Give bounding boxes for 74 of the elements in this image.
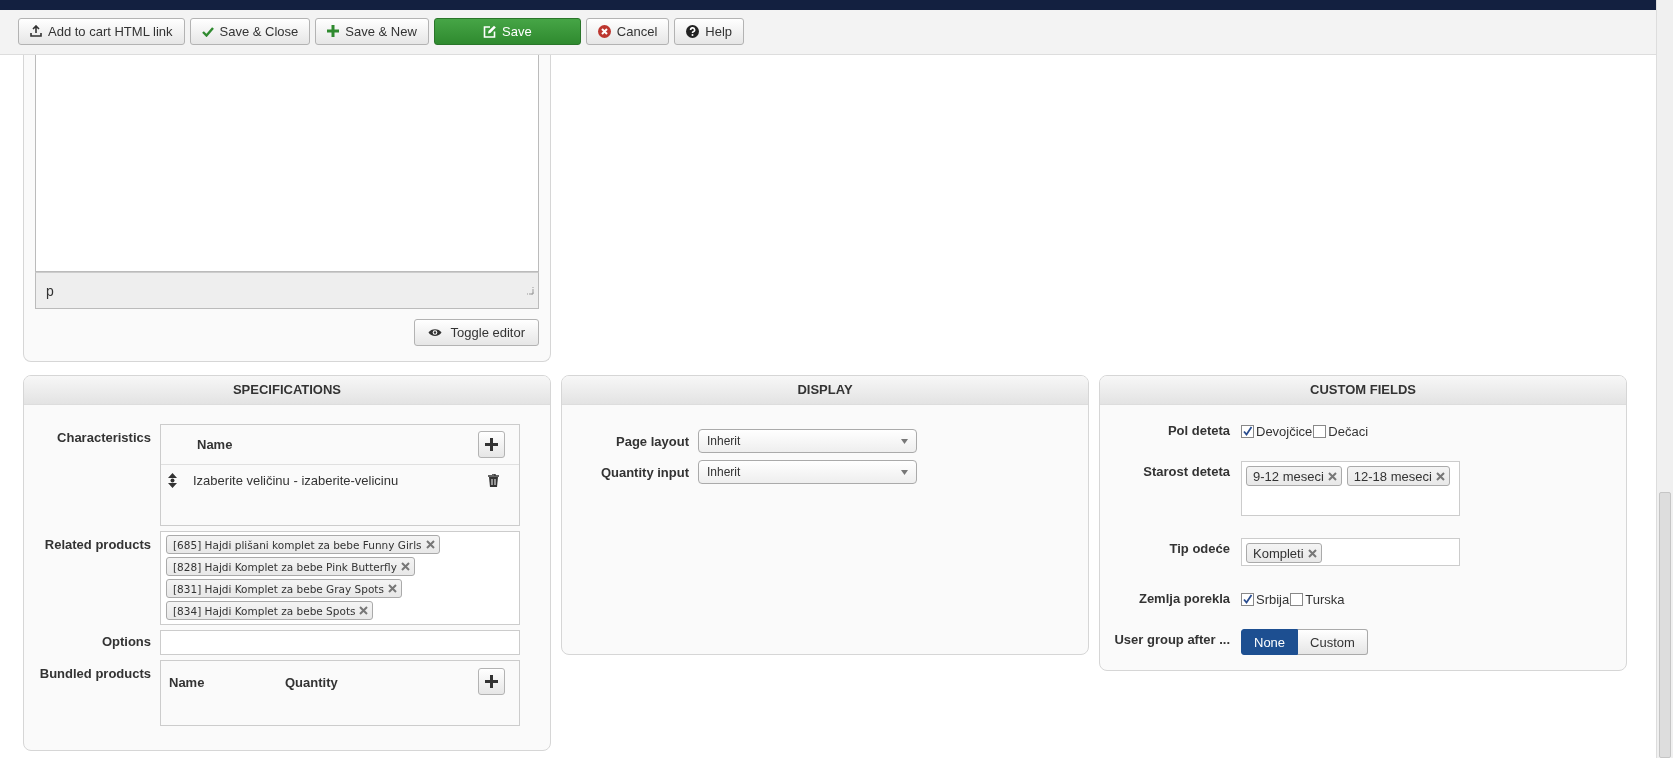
tag-select-field[interactable]: 9-12 meseci 12-18 meseci bbox=[1241, 461, 1460, 516]
field-label: Options bbox=[100, 633, 151, 651]
column-header: Name bbox=[169, 674, 206, 690]
scrollbar[interactable] bbox=[1656, 0, 1673, 758]
tag-label: 9-12 meseci bbox=[1253, 468, 1324, 484]
related-products-field[interactable]: [685] Hajdi plišani komplet za bebe Funny Girls [828] Hajdi Komplet za bebe Pink Butterfly [831] Hajdi Komplet za bebe Gray Spots [834] Hajdi Komplet za bebe Spots bbox=[160, 531, 520, 625]
caret-icon bbox=[901, 469, 908, 475]
field-label: Tip odeće bbox=[1168, 540, 1230, 556]
toolbar-button[interactable]: Cancel bbox=[585, 17, 670, 45]
checkbox[interactable] bbox=[1241, 425, 1254, 438]
plus-icon bbox=[485, 675, 498, 688]
plus-icon bbox=[327, 25, 340, 37]
checkbox[interactable] bbox=[1290, 593, 1304, 606]
remove-icon[interactable] bbox=[1435, 471, 1445, 481]
help-icon bbox=[686, 24, 700, 38]
remove-icon[interactable] bbox=[387, 584, 397, 593]
checkbox-label: Turska bbox=[1305, 592, 1345, 607]
cancel-icon bbox=[597, 24, 611, 38]
checkbox-label: Devojčice bbox=[1256, 424, 1313, 439]
options-input-field[interactable] bbox=[160, 630, 520, 655]
column-header: Quantity bbox=[285, 674, 339, 690]
panel-title: SPECIFICATIONS bbox=[232, 381, 342, 399]
tag-select-field[interactable]: Kompleti bbox=[1241, 538, 1460, 566]
field-label: Quantity input bbox=[599, 464, 689, 480]
toggle-option[interactable]: None bbox=[1241, 629, 1299, 655]
plus-icon bbox=[485, 438, 498, 451]
drag-handle-icon[interactable] bbox=[168, 472, 177, 488]
scrollbar-thumb[interactable] bbox=[1659, 492, 1671, 758]
remove-icon[interactable] bbox=[425, 540, 435, 549]
tag-label: [828] Hajdi Komplet za bebe Pink Butterfly bbox=[173, 560, 397, 573]
field-label: User group after ... bbox=[1113, 631, 1230, 647]
add-button[interactable] bbox=[478, 668, 505, 695]
toggle-option[interactable]: Custom bbox=[1298, 629, 1368, 655]
tag-label: [685] Hajdi plišani komplet za bebe Funny Girls bbox=[173, 538, 422, 551]
column-header: Name bbox=[197, 437, 233, 452]
toolbar-button[interactable]: Add to cart HTML link bbox=[18, 17, 185, 45]
select-dropdown[interactable]: Inherit bbox=[698, 429, 917, 453]
field-label: Page layout bbox=[615, 433, 689, 449]
trash-icon[interactable] bbox=[488, 473, 499, 487]
toolbar-button[interactable]: Help bbox=[674, 17, 745, 45]
panel-title: CUSTOM FIELDS bbox=[1310, 381, 1416, 399]
checkbox-label: Srbija bbox=[1256, 592, 1290, 607]
toolbar-button[interactable]: Save & Close bbox=[189, 17, 311, 45]
checkbox-label: Dečaci bbox=[1328, 424, 1369, 439]
field-label: Bundled products bbox=[38, 665, 151, 683]
toggle-editor-button[interactable]: Toggle editor bbox=[413, 319, 539, 346]
upload-icon bbox=[30, 25, 42, 37]
checkbox[interactable] bbox=[1313, 425, 1327, 438]
field-label: Related products bbox=[43, 536, 151, 554]
tag-label: Kompleti bbox=[1253, 545, 1304, 561]
tag-label: [831] Hajdi Komplet za bebe Gray Spots bbox=[173, 582, 384, 595]
resize-handle-icon[interactable] bbox=[525, 286, 534, 295]
toolbar-button[interactable]: Save & New bbox=[315, 17, 429, 45]
field-label: Starost deteta bbox=[1142, 463, 1230, 479]
remove-icon[interactable] bbox=[400, 562, 410, 571]
remove-icon[interactable] bbox=[359, 606, 369, 615]
field-label: Zemlja porekla bbox=[1137, 590, 1230, 606]
remove-icon[interactable] bbox=[1327, 471, 1337, 481]
panel-title: DISPLAY bbox=[797, 381, 853, 399]
toolbar-button[interactable]: Save bbox=[433, 17, 581, 45]
tag-label: 12-18 meseci bbox=[1353, 468, 1432, 484]
check-icon bbox=[201, 25, 214, 37]
field-label: Pol deteta bbox=[1166, 422, 1230, 438]
add-button[interactable] bbox=[478, 431, 505, 458]
table-cell-text: Izaberite veličinu - izaberite-velicinu bbox=[193, 472, 400, 488]
remove-icon[interactable] bbox=[1307, 548, 1317, 558]
select-dropdown[interactable]: Inherit bbox=[698, 460, 917, 484]
tag-label: [834] Hajdi Komplet za bebe Spots bbox=[173, 604, 356, 617]
checkbox[interactable] bbox=[1241, 593, 1254, 606]
caret-icon bbox=[901, 438, 908, 444]
element-path: p bbox=[46, 282, 54, 299]
edit-icon bbox=[483, 24, 496, 38]
eye-icon bbox=[427, 328, 442, 337]
field-label: Characteristics bbox=[56, 429, 151, 447]
